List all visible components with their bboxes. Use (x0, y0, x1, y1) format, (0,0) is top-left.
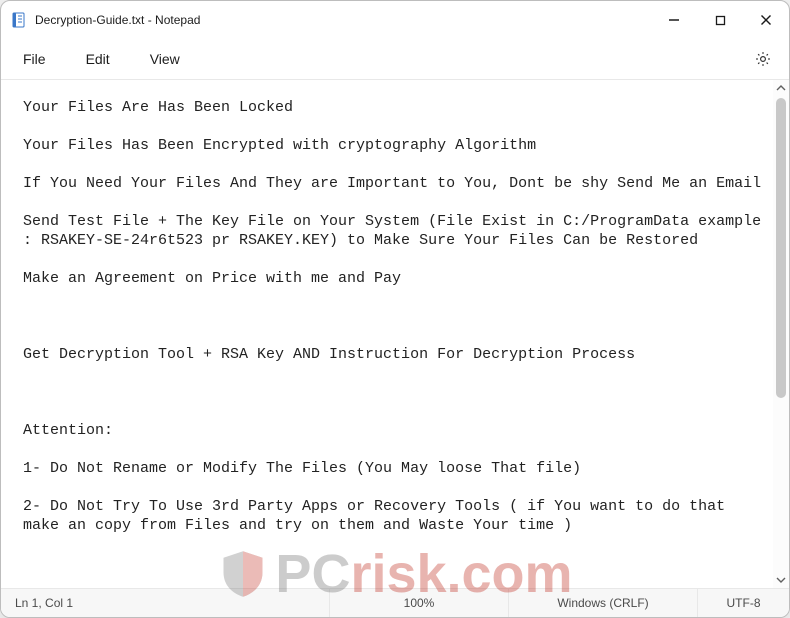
titlebar: Decryption-Guide.txt - Notepad (1, 1, 789, 39)
settings-button[interactable] (745, 41, 781, 77)
status-zoom: 100% (330, 589, 509, 617)
window-title: Decryption-Guide.txt - Notepad (35, 13, 200, 27)
scrollbar-thumb[interactable] (776, 98, 786, 398)
minimize-button[interactable] (651, 1, 697, 39)
scroll-down-arrow-icon[interactable] (773, 572, 789, 588)
menubar: File Edit View (1, 39, 789, 80)
status-position: Ln 1, Col 1 (1, 589, 330, 617)
text-editor[interactable]: Your Files Are Has Been Locked Your File… (1, 80, 773, 588)
close-button[interactable] (743, 1, 789, 39)
menu-edit[interactable]: Edit (72, 45, 124, 73)
notepad-app-icon (11, 12, 27, 28)
vertical-scrollbar[interactable] (773, 80, 789, 588)
maximize-button[interactable] (697, 1, 743, 39)
menu-file[interactable]: File (9, 45, 60, 73)
status-eol: Windows (CRLF) (509, 589, 698, 617)
status-encoding: UTF-8 (698, 589, 789, 617)
statusbar: Ln 1, Col 1 100% Windows (CRLF) UTF-8 (1, 588, 789, 617)
content-area: Your Files Are Has Been Locked Your File… (1, 80, 789, 588)
notepad-window: Decryption-Guide.txt - Notepad File Edit… (0, 0, 790, 618)
menu-view[interactable]: View (136, 45, 194, 73)
scroll-up-arrow-icon[interactable] (773, 80, 789, 96)
